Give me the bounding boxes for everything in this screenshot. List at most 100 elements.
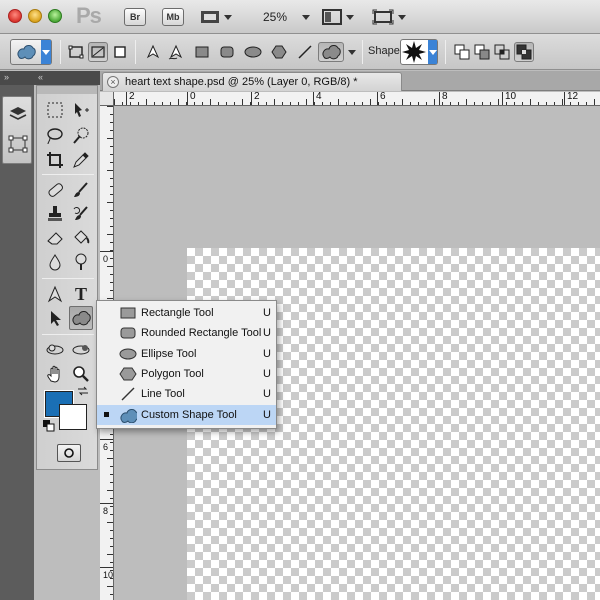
pen-tool-button[interactable] <box>143 42 163 62</box>
horizontal-ruler[interactable]: 2 0 2 4 6 8 10 12 <box>114 92 600 106</box>
ruler-tick <box>110 290 113 291</box>
flyout-item-rectangle[interactable]: Rectangle Tool U <box>97 303 276 323</box>
shape-picker-toggle[interactable] <box>428 40 437 64</box>
paths-panel-button[interactable] <box>7 133 29 155</box>
ruler-tick <box>107 298 113 299</box>
ruler-tick <box>107 202 113 203</box>
ruler-tick <box>266 102 267 105</box>
ruler-tick <box>402 99 403 105</box>
close-document-icon[interactable]: × <box>107 76 119 88</box>
ruler-tick <box>530 99 531 105</box>
screen-mode-icon <box>372 9 394 25</box>
path-selection-tool[interactable] <box>43 306 67 330</box>
zoom-level-menu[interactable]: 25% <box>258 8 310 26</box>
collapse-toolbox-button[interactable]: « <box>38 72 43 82</box>
preset-dropdown-toggle[interactable] <box>41 40 51 64</box>
rectangle-shape-button[interactable] <box>192 42 212 62</box>
background-color-swatch[interactable] <box>59 404 87 430</box>
dodge-tool[interactable] <box>69 250 93 274</box>
flyout-item-line[interactable]: Line Tool U <box>97 384 276 404</box>
flyout-item-polygon[interactable]: Polygon Tool U <box>97 364 276 384</box>
screen-mode-menu[interactable] <box>372 8 412 26</box>
ruler-tick <box>178 99 179 105</box>
ruler-tick <box>154 102 155 105</box>
minimize-window-button[interactable] <box>28 9 42 23</box>
ruler-tick <box>110 146 113 147</box>
shape-picker[interactable] <box>400 39 438 65</box>
ruler-tick <box>110 594 113 595</box>
layers-panel-button[interactable] <box>7 103 29 125</box>
flyout-item-custom-shape[interactable]: Custom Shape Tool U <box>97 404 276 425</box>
expand-panels-button[interactable]: » <box>4 72 9 82</box>
flyout-item-label: Rounded Rectangle Tool <box>141 327 262 340</box>
ruler-tick <box>346 102 347 105</box>
polygon-shape-button[interactable] <box>269 42 289 62</box>
ruler-label: 2 <box>254 92 260 102</box>
rectangular-marquee-icon <box>47 102 63 118</box>
view-extras-menu[interactable] <box>200 8 236 26</box>
spot-healing-brush-tool[interactable] <box>43 178 67 202</box>
mini-bridge-button[interactable]: Mb <box>162 8 184 26</box>
brush-tool[interactable] <box>69 178 93 202</box>
3d-rotate-tool[interactable] <box>43 338 67 362</box>
ruler-tick <box>258 102 259 105</box>
combine-shapes-button[interactable] <box>452 42 472 62</box>
rounded-rectangle-shape-button[interactable] <box>217 42 237 62</box>
close-window-button[interactable] <box>8 9 22 23</box>
flyout-item-ellipse[interactable]: Ellipse Tool U <box>97 344 276 364</box>
shape-layers-button[interactable] <box>66 42 86 62</box>
ruler-label: 10 <box>103 570 114 580</box>
subtract-shapes-button[interactable] <box>472 42 492 62</box>
line-shape-button[interactable] <box>295 42 315 62</box>
3d-orbit-tool[interactable] <box>69 338 93 362</box>
paint-bucket-tool[interactable] <box>69 226 93 250</box>
intersect-shapes-button[interactable] <box>492 42 512 62</box>
custom-shape-icon <box>322 45 341 60</box>
toolbox-grip[interactable] <box>37 86 97 94</box>
divider <box>445 40 446 64</box>
flyout-item-label: Custom Shape Tool <box>141 408 237 421</box>
hand-tool[interactable] <box>43 362 67 386</box>
blur-tool[interactable] <box>43 250 67 274</box>
arrange-documents-menu[interactable] <box>322 8 358 26</box>
ruler-tick <box>226 102 227 105</box>
tool-preset-picker[interactable] <box>10 39 52 65</box>
exclude-shapes-button[interactable] <box>514 42 534 62</box>
zoom-tool[interactable] <box>69 362 93 386</box>
zoom-window-button[interactable] <box>48 9 62 23</box>
fill-pixels-button[interactable] <box>110 42 130 62</box>
quick-selection-tool[interactable] <box>69 124 93 148</box>
swap-colors-button[interactable] <box>77 386 89 396</box>
flyout-item-rounded-rectangle[interactable]: Rounded Rectangle Tool U <box>97 323 276 343</box>
bridge-button[interactable]: Br <box>124 8 146 26</box>
freeform-pen-button[interactable] <box>166 42 186 62</box>
default-colors-button[interactable] <box>43 420 55 432</box>
eyedropper-tool[interactable] <box>69 148 93 172</box>
bandage-icon <box>48 183 63 197</box>
document-tab[interactable]: × heart text shape.psd @ 25% (Layer 0, R… <box>102 72 402 91</box>
custom-shape-tool[interactable] <box>69 306 93 330</box>
history-brush-tool[interactable] <box>69 202 93 226</box>
divider <box>60 40 61 64</box>
crop-icon <box>47 152 63 168</box>
clone-stamp-tool[interactable] <box>43 202 67 226</box>
paths-button[interactable] <box>88 42 108 62</box>
move-tool[interactable] <box>69 98 93 122</box>
marquee-tool[interactable] <box>43 98 67 122</box>
custom-shape-icon <box>72 311 91 326</box>
ruler-origin[interactable] <box>100 92 114 106</box>
lasso-tool[interactable] <box>43 124 67 148</box>
ruler-tick <box>162 102 163 105</box>
ellipse-shape-button[interactable] <box>243 42 263 62</box>
type-tool[interactable]: T <box>69 282 93 306</box>
divider <box>42 174 94 175</box>
crop-tool[interactable] <box>43 148 67 172</box>
freeform-pen-icon <box>168 44 183 60</box>
magnifier-icon <box>73 366 89 382</box>
chevron-down-icon[interactable] <box>348 50 356 55</box>
custom-shape-button[interactable] <box>318 42 344 62</box>
eraser-tool[interactable] <box>43 226 67 250</box>
quick-mask-button[interactable] <box>57 444 81 462</box>
ruler-tick <box>110 514 113 515</box>
pen-tool[interactable] <box>43 282 67 306</box>
